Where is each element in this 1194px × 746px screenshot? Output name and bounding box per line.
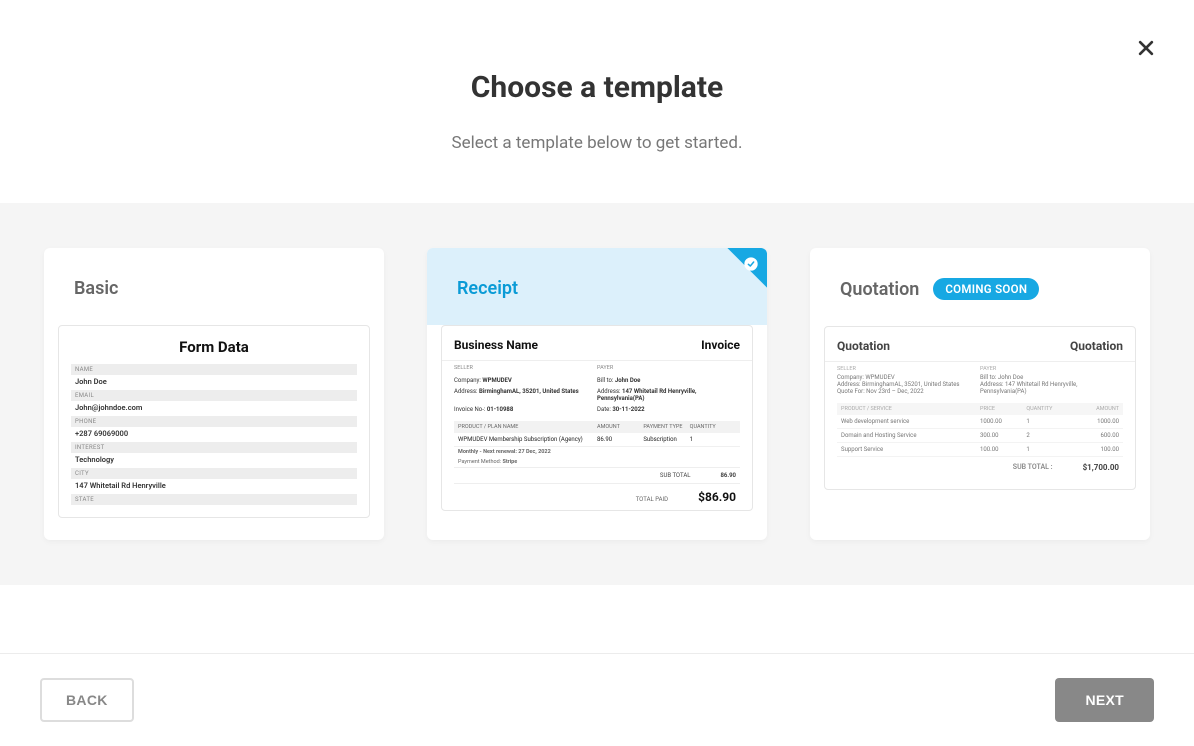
back-button[interactable]: BACK (40, 678, 134, 722)
template-title-quotation: Quotation (840, 279, 919, 300)
receipt-col-qty: QUANTITY (690, 424, 736, 430)
quotation-row-product: Support Service (841, 446, 980, 453)
field-value: +287 69069000 (71, 427, 357, 442)
quotation-seller-addr-value: BirminghamAL, 35201, United States (862, 381, 960, 388)
field-value: John Doe (71, 375, 357, 390)
quotation-row-qty: 1 (1026, 418, 1072, 425)
quotation-heading-right: Quotation (1070, 339, 1123, 353)
receipt-total-value: $86.90 (698, 490, 736, 504)
page-subtitle: Select a template below to get started. (40, 133, 1154, 153)
quotation-col-amount: AMOUNT (1073, 406, 1119, 412)
field-label: EMAIL (71, 390, 357, 401)
close-icon (1136, 43, 1156, 62)
template-preview-receipt: Business Name Invoice SELLER PAYER Compa… (441, 325, 753, 511)
receipt-company-label: Company: (454, 377, 481, 384)
coming-soon-badge: COMING SOON (933, 278, 1039, 300)
receipt-seller-addr-label: Address: (454, 388, 478, 395)
quotation-heading-left: Quotation (837, 339, 890, 353)
quotation-row-amount: 1000.00 (1073, 418, 1119, 425)
quotation-row-price: 300.00 (980, 432, 1026, 439)
page-title: Choose a template (40, 70, 1154, 105)
receipt-heading: Invoice (701, 338, 740, 352)
next-button[interactable]: NEXT (1055, 678, 1154, 722)
receipt-payer-label: PAYER (597, 365, 740, 371)
receipt-subtotal-label: SUB TOTAL (660, 472, 691, 479)
template-preview-basic: Form Data NAME John Doe EMAIL John@johnd… (58, 325, 370, 518)
quotation-seller-label: SELLER (837, 366, 980, 372)
quotation-row-price: 1000.00 (980, 418, 1026, 425)
field-label: PHONE (71, 416, 357, 427)
field-label: STATE (71, 494, 357, 505)
receipt-paymethod-value: Stripe (502, 459, 517, 465)
template-card-receipt[interactable]: Receipt Business Name Invoice SELLER PAY… (427, 248, 767, 540)
quotation-row-qty: 2 (1026, 432, 1072, 439)
receipt-col-product: PRODUCT / PLAN NAME (458, 424, 597, 430)
quotation-payer-label: PAYER (980, 366, 1123, 372)
quotation-company-label: Company: (837, 374, 864, 381)
field-value: Technology (71, 453, 357, 468)
receipt-col-amount: AMOUNT (597, 424, 643, 430)
receipt-paymethod-label: Payment Method: (458, 459, 501, 465)
close-button[interactable] (1136, 38, 1156, 58)
quotation-row-qty: 1 (1026, 446, 1072, 453)
receipt-row-payment: Subscription (643, 436, 689, 443)
quotation-seller-addr-label: Address: (837, 381, 861, 388)
template-title-basic: Basic (74, 278, 118, 299)
selected-ribbon (711, 248, 767, 304)
modal-header: Choose a template Select a template belo… (0, 0, 1194, 203)
receipt-total-label: TOTAL PAID (636, 496, 668, 503)
receipt-company-value: WPMUDEV (482, 377, 512, 384)
quotation-row-price: 100.00 (980, 446, 1026, 453)
receipt-col-payment: PAYMENT TYPE (643, 424, 689, 430)
quotation-row-amount: 600.00 (1073, 432, 1119, 439)
field-value: 147 Whitetail Rd Henryville (71, 479, 357, 494)
receipt-invoiceno-label: Invoice No-: (454, 406, 485, 413)
field-label: INTEREST (71, 442, 357, 453)
field-label: NAME (71, 364, 357, 375)
preview-basic-title: Form Data (59, 326, 369, 364)
template-card-basic[interactable]: Basic Form Data NAME John Doe EMAIL John… (44, 248, 384, 540)
receipt-seller-label: SELLER (454, 365, 597, 371)
quotation-col-price: PRICE (980, 406, 1026, 412)
check-circle-icon (743, 256, 759, 272)
quotation-company-value: WPMUDEV (865, 374, 894, 381)
quotation-subtotal-value: $1,700.00 (1083, 463, 1119, 472)
receipt-invoiceno-value: 01-10988 (487, 406, 513, 413)
quotation-billto-label: Bill to: (980, 374, 996, 381)
quotation-payer-addr-label: Address: (980, 381, 1004, 388)
receipt-business-name: Business Name (454, 338, 538, 352)
quotation-row-product: Domain and Hosting Service (841, 432, 980, 439)
template-card-quotation[interactable]: Quotation COMING SOON Quotation Quotatio… (810, 248, 1150, 540)
quotation-row-product: Web development service (841, 418, 980, 425)
quotation-valid-value: Nov 23rd – Dec, 2022 (866, 388, 924, 395)
receipt-row-product: WPMUDEV Membership Subscription (Agency) (458, 436, 597, 443)
receipt-date-label: Date: (597, 406, 611, 413)
field-label: CITY (71, 468, 357, 479)
receipt-payer-addr-label: Address: (597, 388, 621, 395)
receipt-billto-label: Bill to: (597, 377, 613, 384)
template-preview-quotation: Quotation Quotation SELLER Company: WPMU… (824, 326, 1136, 490)
receipt-row-qty: 1 (690, 436, 736, 443)
receipt-row-amount: 86.90 (597, 436, 643, 443)
quotation-col-product: PRODUCT / SERVICE (841, 406, 980, 412)
quotation-col-qty: QUANTITY (1026, 406, 1072, 412)
receipt-billto-value: John Doe (615, 377, 640, 384)
quotation-row-amount: 100.00 (1073, 446, 1119, 453)
modal-footer: BACK NEXT (0, 653, 1194, 746)
field-value: John@johndoe.com (71, 401, 357, 416)
templates-grid: Basic Form Data NAME John Doe EMAIL John… (0, 203, 1194, 585)
quotation-valid-label: Quote For: (837, 388, 865, 395)
template-title-receipt: Receipt (457, 278, 518, 299)
receipt-schedule: Monthly - Next renewal: 27 Dec, 2022 (458, 449, 551, 455)
quotation-subtotal-label: SUB TOTAL : (1013, 463, 1053, 472)
receipt-date-value: 30-11-2022 (612, 406, 644, 413)
receipt-seller-addr-value: BirminghamAL, 35201, United States (479, 388, 579, 395)
receipt-subtotal-value: 86.90 (720, 472, 736, 479)
quotation-billto-value: John Doe (998, 374, 1023, 381)
